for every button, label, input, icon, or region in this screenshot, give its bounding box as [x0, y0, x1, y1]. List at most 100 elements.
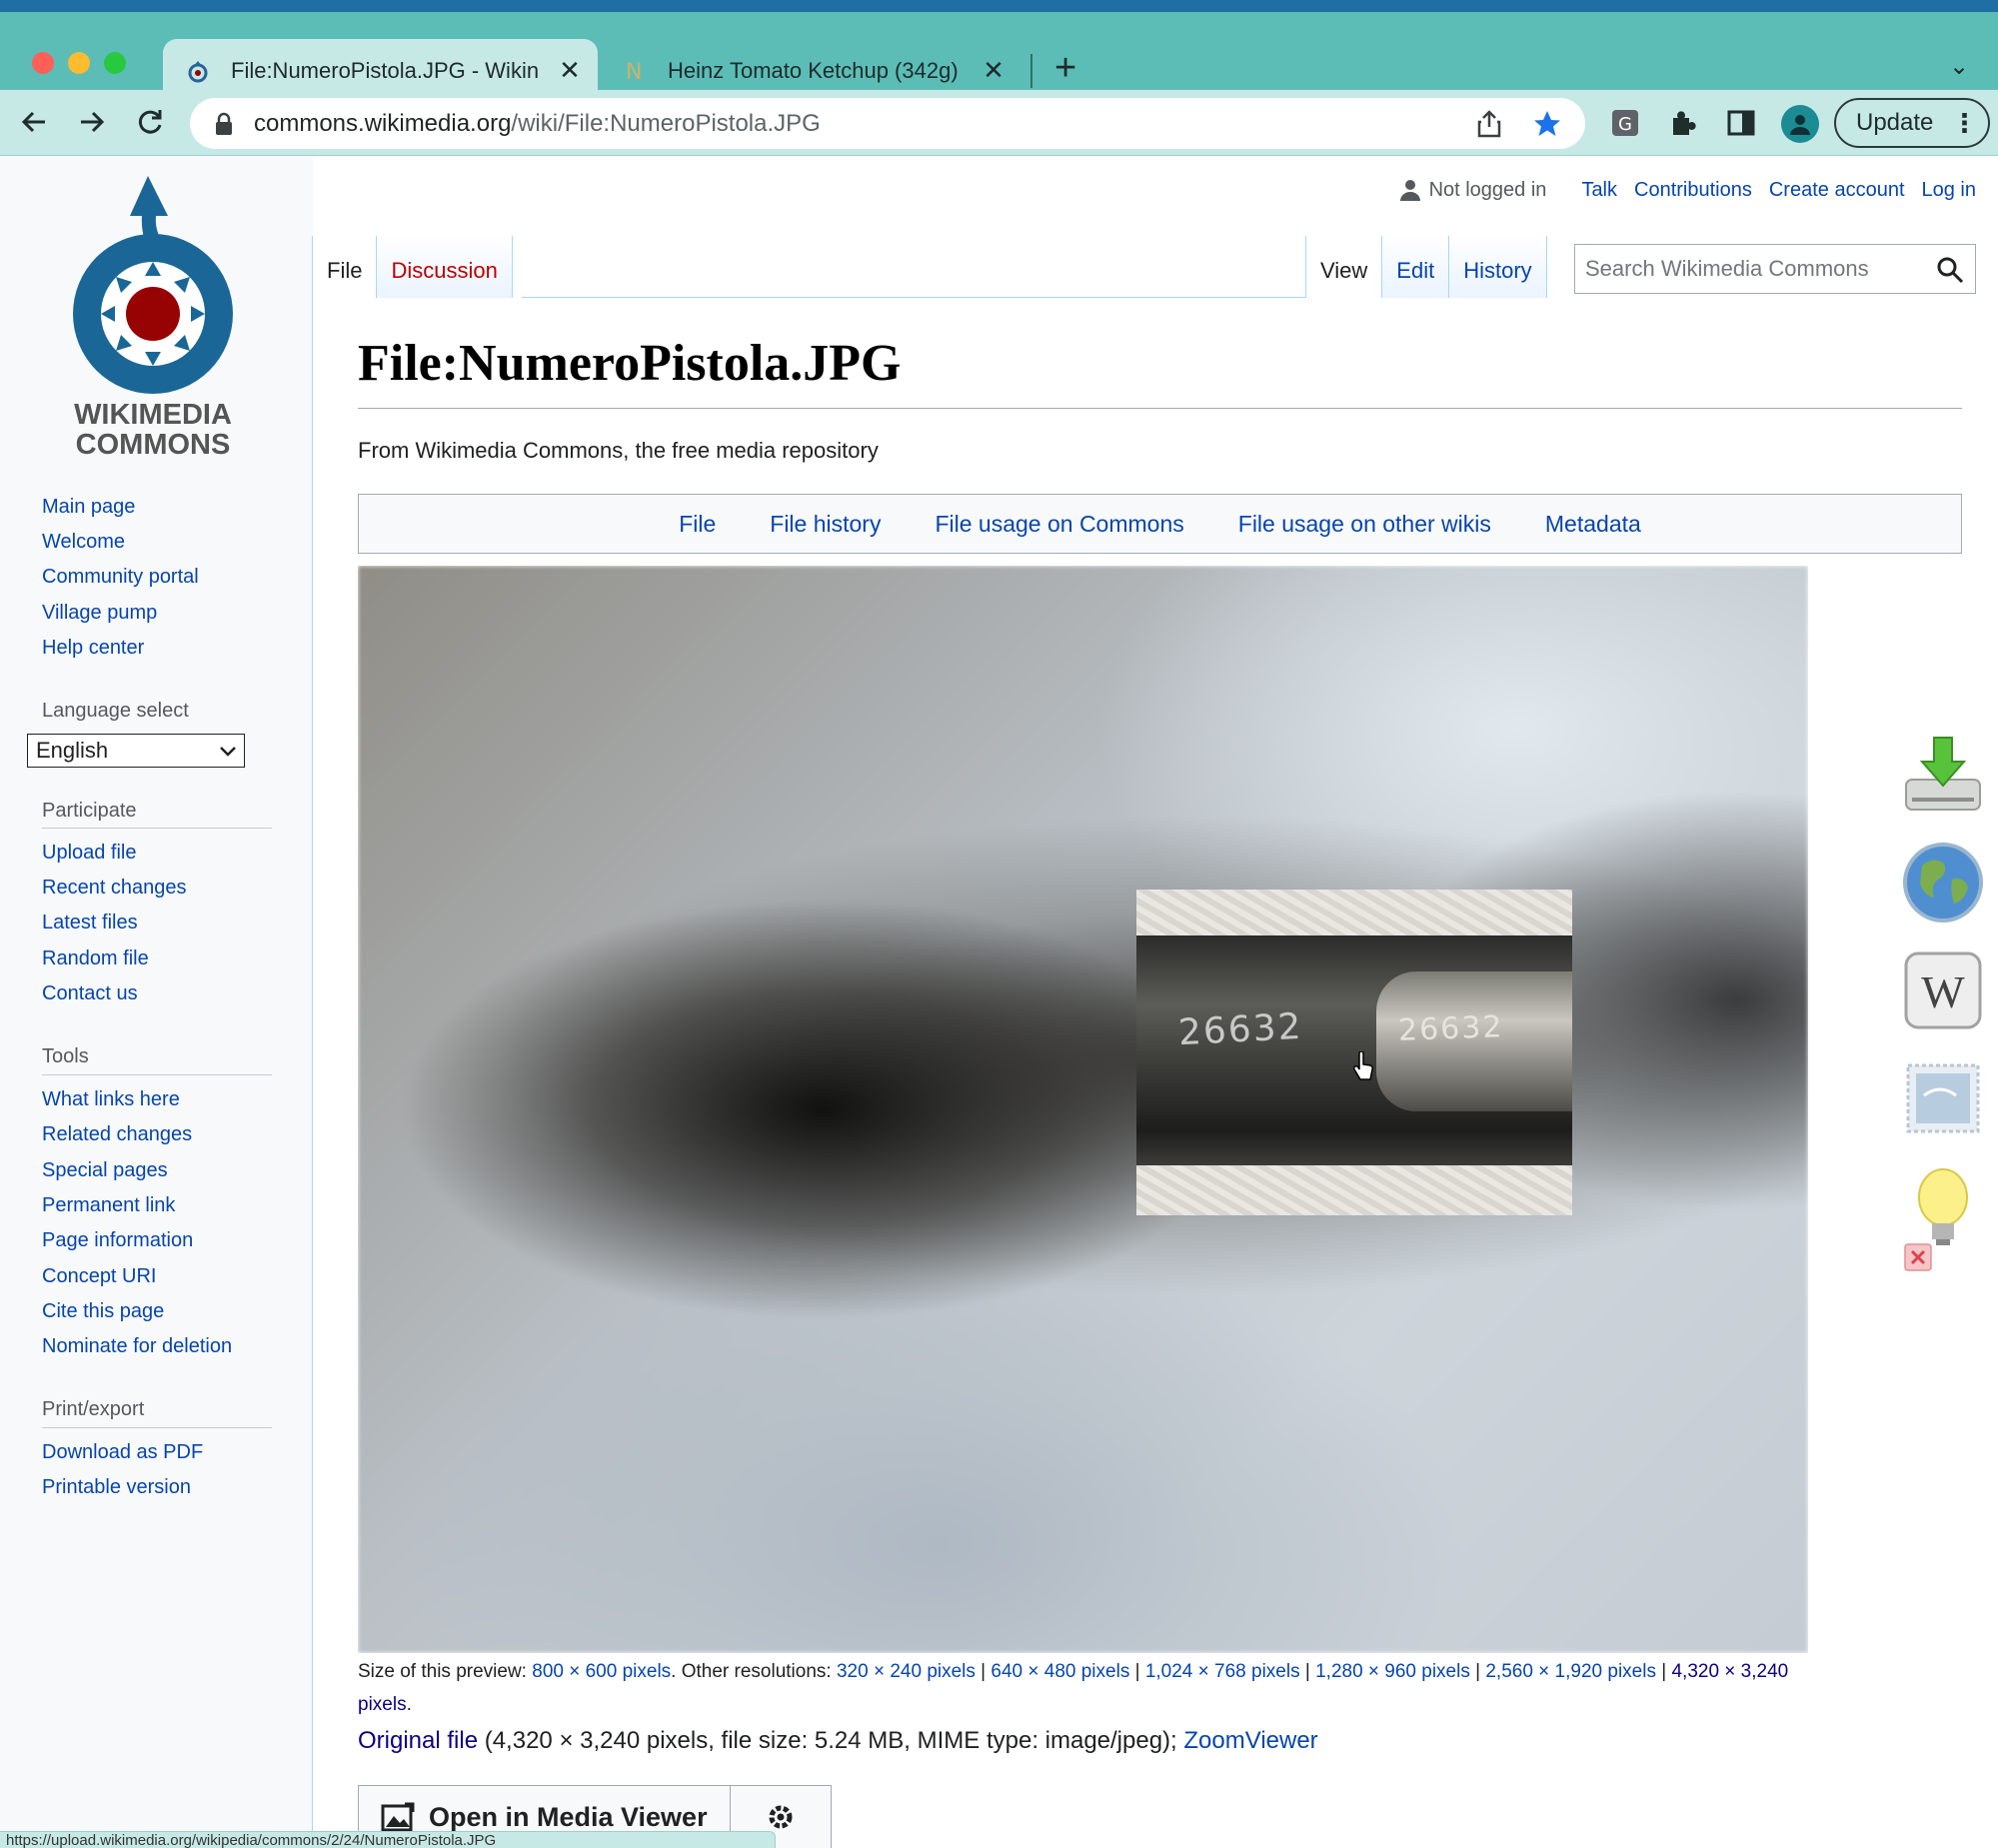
- download-icon[interactable]: [1898, 730, 1988, 820]
- talk-link[interactable]: Talk: [1581, 179, 1617, 202]
- language-select[interactable]: English: [27, 734, 245, 768]
- sidebar-item-welcome[interactable]: Welcome: [42, 531, 125, 554]
- sidebar-item-special-pages[interactable]: Special pages: [42, 1159, 168, 1182]
- preview-size-link[interactable]: 800 × 600 pixels: [532, 1661, 671, 1682]
- search-input[interactable]: Search Wikimedia Commons: [1574, 244, 1976, 294]
- serial-number-text: 26632: [1177, 1005, 1304, 1054]
- sidebar-item-random-file[interactable]: Random file: [42, 947, 149, 970]
- sidebar-item-related-changes[interactable]: Related changes: [42, 1123, 192, 1146]
- wiki-page: WIKIMEDIA COMMONS Main page Welcome Comm…: [0, 156, 1998, 1848]
- full-resolution-link[interactable]: 4,320 × 3,240: [1671, 1661, 1788, 1682]
- tab-file[interactable]: File: [313, 236, 377, 298]
- sidebar-item-contact-us[interactable]: Contact us: [42, 982, 138, 1005]
- sidebar-item-concept-uri[interactable]: Concept URI: [42, 1265, 157, 1288]
- window-minimize-button[interactable]: [68, 52, 90, 74]
- divider: [42, 828, 272, 829]
- tab-edit[interactable]: Edit: [1381, 236, 1450, 298]
- sidebar-item-permanent-link[interactable]: Permanent link: [42, 1194, 175, 1217]
- sidebar-item-page-information[interactable]: Page information: [42, 1229, 193, 1252]
- tab-history[interactable]: History: [1449, 236, 1547, 298]
- original-file-link[interactable]: Original file: [358, 1727, 478, 1754]
- tab-title: File:NumeroPistola.JPG - Wikin: [231, 57, 540, 83]
- svg-text:WIKIMEDIA: WIKIMEDIA: [74, 399, 232, 431]
- tab-view[interactable]: View: [1306, 236, 1382, 298]
- wikimedia-commons-logo[interactable]: WIKIMEDIA COMMONS: [48, 164, 258, 464]
- forward-button[interactable]: [68, 98, 116, 146]
- pistol-serial-photo[interactable]: 26632 26632: [1136, 890, 1572, 1215]
- reload-button[interactable]: [126, 98, 174, 146]
- contributions-link[interactable]: Contributions: [1634, 179, 1752, 202]
- sidebar-item-main-page[interactable]: Main page: [42, 496, 135, 519]
- address-bar[interactable]: commons.wikimedia.org/wiki/File:NumeroPi…: [190, 98, 1585, 149]
- site-subtitle: From Wikimedia Commons, the free media r…: [358, 438, 879, 463]
- lock-icon: [216, 112, 232, 135]
- sidebar-item-village-pump[interactable]: Village pump: [42, 602, 157, 625]
- back-button[interactable]: [10, 98, 58, 146]
- sidebar-item-upload-file[interactable]: Upload file: [42, 842, 137, 865]
- file-preview-image[interactable]: [358, 566, 1808, 1653]
- user-icon: [1399, 180, 1420, 201]
- window-close-button[interactable]: [32, 52, 54, 74]
- resolution-link[interactable]: 1,280 × 960 pixels: [1315, 1661, 1470, 1682]
- share-icon[interactable]: [1469, 104, 1509, 144]
- search-icon[interactable]: [1935, 255, 1965, 285]
- view-tabs: View Edit History: [1305, 236, 1547, 298]
- profile-avatar-icon[interactable]: [1781, 105, 1819, 143]
- wikipedia-icon[interactable]: W: [1898, 945, 1988, 1035]
- menu-dots-icon: ⋮: [1951, 107, 1978, 138]
- gear-icon: [769, 1805, 793, 1829]
- divider: [42, 1427, 272, 1428]
- browser-toolbar: commons.wikimedia.org/wiki/File:NumeroPi…: [0, 90, 1998, 156]
- stamp-icon[interactable]: [1898, 1053, 1988, 1143]
- original-file-line: Original file (4,320 × 3,240 pixels, fil…: [358, 1727, 1318, 1755]
- close-tab-icon[interactable]: ✕: [554, 55, 586, 86]
- sidebar-item-recent-changes[interactable]: Recent changes: [42, 877, 187, 900]
- sidebar-item-latest-files[interactable]: Latest files: [42, 912, 138, 934]
- commons-logo-icon: WIKIMEDIA COMMONS: [73, 176, 233, 461]
- full-resolution-link-suffix[interactable]: pixels: [358, 1694, 407, 1715]
- sidebar-item-cite-this-page[interactable]: Cite this page: [42, 1300, 164, 1323]
- filetoc-metadata[interactable]: Metadata: [1545, 511, 1641, 538]
- resolution-link[interactable]: 640 × 480 pixels: [991, 1661, 1129, 1682]
- filetoc-file[interactable]: File: [679, 511, 716, 538]
- sidebar-item-nominate-for-deletion[interactable]: Nominate for deletion: [42, 1335, 232, 1358]
- tab-search-chevron-icon[interactable]: ⌄: [1949, 52, 1969, 81]
- close-icon[interactable]: [1898, 1237, 1938, 1277]
- url-text[interactable]: commons.wikimedia.org/wiki/File:NumeroPi…: [254, 110, 1469, 138]
- browser-tab-bar: File:NumeroPistola.JPG - Wikin ✕ N Heinz…: [0, 12, 1998, 102]
- sidebar-item-what-links-here[interactable]: What links here: [42, 1088, 180, 1111]
- side-panel-icon[interactable]: [1721, 103, 1761, 143]
- zoomviewer-link[interactable]: ZoomViewer: [1183, 1727, 1317, 1754]
- hand-cursor-icon: [1353, 1051, 1373, 1080]
- create-account-link[interactable]: Create account: [1769, 179, 1905, 202]
- update-button[interactable]: Update ⋮: [1834, 98, 1990, 148]
- sidebar-item-help-center[interactable]: Help center: [42, 637, 144, 660]
- sidebar-item-printable-version[interactable]: Printable version: [42, 1476, 191, 1499]
- filetoc-usage-other-wikis[interactable]: File usage on other wikis: [1238, 511, 1491, 538]
- other-resolutions-label: Other resolutions:: [681, 1661, 832, 1682]
- svg-text:W: W: [1921, 966, 1965, 1017]
- resolution-link[interactable]: 1,024 × 768 pixels: [1145, 1661, 1300, 1682]
- forward-arrow-icon: [81, 111, 105, 133]
- bookmark-star-icon[interactable]: [1527, 104, 1567, 144]
- log-in-link[interactable]: Log in: [1922, 179, 1977, 202]
- extensions-puzzle-icon[interactable]: [1663, 103, 1703, 143]
- filetoc-usage-commons[interactable]: File usage on Commons: [935, 511, 1183, 538]
- chevron-down-icon: [220, 747, 236, 757]
- new-tab-button[interactable]: +: [1054, 46, 1076, 90]
- globe-icon[interactable]: [1898, 838, 1988, 927]
- resolution-link[interactable]: 2,560 × 1,920 pixels: [1485, 1661, 1656, 1682]
- back-arrow-icon: [21, 111, 45, 133]
- sidebar-item-download-pdf[interactable]: Download as PDF: [42, 1441, 203, 1464]
- close-tab-icon[interactable]: ✕: [978, 55, 1009, 86]
- window-zoom-button[interactable]: [104, 52, 126, 74]
- g-extension-icon[interactable]: G: [1605, 103, 1645, 143]
- tab-discussion[interactable]: Discussion: [376, 236, 513, 298]
- personal-tools: Not logged in Talk Contributions Create …: [1399, 178, 1976, 202]
- svg-text:COMMONS: COMMONS: [76, 429, 231, 461]
- resolution-link[interactable]: 320 × 240 pixels: [837, 1661, 976, 1682]
- sidebar-item-community-portal[interactable]: Community portal: [42, 566, 199, 589]
- reload-icon: [138, 110, 162, 134]
- filetoc-file-history[interactable]: File history: [770, 511, 881, 538]
- preview-resolutions: Size of this preview: 800 × 600 pixels. …: [358, 1661, 1789, 1715]
